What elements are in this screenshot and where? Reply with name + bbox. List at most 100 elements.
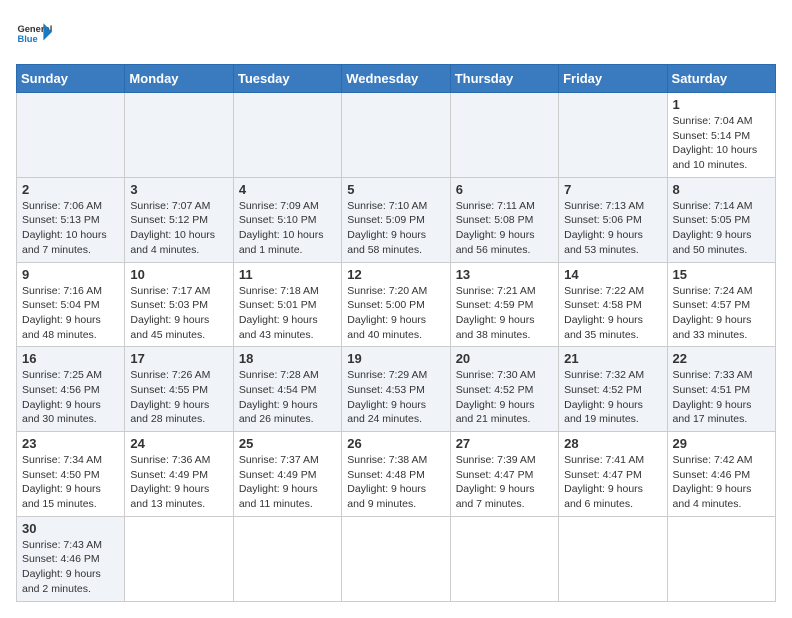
calendar-cell: 5 Sunrise: 7:10 AM Sunset: 5:09 PM Daylig… (342, 177, 450, 262)
day-number: 18 (239, 351, 336, 366)
day-number: 6 (456, 182, 553, 197)
day-info: Sunrise: 7:26 AM Sunset: 4:55 PM Dayligh… (130, 368, 227, 427)
calendar-cell: 16 Sunrise: 7:25 AM Sunset: 4:56 PM Dayli… (17, 347, 125, 432)
calendar-cell (559, 516, 667, 601)
calendar-cell (559, 93, 667, 178)
calendar-cell: 21 Sunrise: 7:32 AM Sunset: 4:52 PM Dayli… (559, 347, 667, 432)
calendar-week-row: 9Sunrise: 7:16 AM Sunset: 5:04 PM Daylig… (17, 262, 776, 347)
calendar-week-row: 2Sunrise: 7:06 AM Sunset: 5:13 PM Daylig… (17, 177, 776, 262)
day-number: 12 (347, 267, 444, 282)
day-info: Sunrise: 7:28 AM Sunset: 4:54 PM Dayligh… (239, 368, 336, 427)
day-number: 30 (22, 521, 119, 536)
day-number: 5 (347, 182, 444, 197)
day-info: Sunrise: 7:04 AM Sunset: 5:14 PM Dayligh… (673, 114, 770, 173)
day-number: 15 (673, 267, 770, 282)
day-number: 13 (456, 267, 553, 282)
day-number: 22 (673, 351, 770, 366)
calendar-cell: 15 Sunrise: 7:24 AM Sunset: 4:57 PM Dayli… (667, 262, 775, 347)
day-info: Sunrise: 7:11 AM Sunset: 5:08 PM Dayligh… (456, 199, 553, 258)
calendar-cell: 29 Sunrise: 7:42 AM Sunset: 4:46 PM Dayli… (667, 432, 775, 517)
day-info: Sunrise: 7:34 AM Sunset: 4:50 PM Dayligh… (22, 453, 119, 512)
day-number: 8 (673, 182, 770, 197)
calendar-cell: 13 Sunrise: 7:21 AM Sunset: 4:59 PM Dayli… (450, 262, 558, 347)
calendar-week-row: 1 Sunrise: 7:04 AM Sunset: 5:14 PM Daylig… (17, 93, 776, 178)
svg-text:Blue: Blue (17, 34, 37, 44)
day-info: Sunrise: 7:07 AM Sunset: 5:12 PM Dayligh… (130, 199, 227, 258)
day-info: Sunrise: 7:10 AM Sunset: 5:09 PM Dayligh… (347, 199, 444, 258)
day-number: 17 (130, 351, 227, 366)
calendar-cell: 20Sunrise: 7:30 AM Sunset: 4:52 PM Dayli… (450, 347, 558, 432)
calendar-cell: 17 Sunrise: 7:26 AM Sunset: 4:55 PM Dayli… (125, 347, 233, 432)
calendar-cell (17, 93, 125, 178)
calendar-cell: 2Sunrise: 7:06 AM Sunset: 5:13 PM Daylig… (17, 177, 125, 262)
day-number: 16 (22, 351, 119, 366)
day-info: Sunrise: 7:17 AM Sunset: 5:03 PM Dayligh… (130, 284, 227, 343)
calendar-cell (450, 93, 558, 178)
day-number: 1 (673, 97, 770, 112)
calendar-week-row: 16 Sunrise: 7:25 AM Sunset: 4:56 PM Dayli… (17, 347, 776, 432)
day-info: Sunrise: 7:39 AM Sunset: 4:47 PM Dayligh… (456, 453, 553, 512)
calendar-cell: 7 Sunrise: 7:13 AM Sunset: 5:06 PM Daylig… (559, 177, 667, 262)
calendar-cell: 1 Sunrise: 7:04 AM Sunset: 5:14 PM Daylig… (667, 93, 775, 178)
day-info: Sunrise: 7:43 AM Sunset: 4:46 PM Dayligh… (22, 538, 119, 597)
day-number: 27 (456, 436, 553, 451)
weekday-header-sunday: Sunday (17, 65, 125, 93)
day-info: Sunrise: 7:21 AM Sunset: 4:59 PM Dayligh… (456, 284, 553, 343)
day-info: Sunrise: 7:20 AM Sunset: 5:00 PM Dayligh… (347, 284, 444, 343)
day-number: 23 (22, 436, 119, 451)
day-info: Sunrise: 7:42 AM Sunset: 4:46 PM Dayligh… (673, 453, 770, 512)
day-number: 10 (130, 267, 227, 282)
weekday-header-row: SundayMondayTuesdayWednesdayThursdayFrid… (17, 65, 776, 93)
day-info: Sunrise: 7:29 AM Sunset: 4:53 PM Dayligh… (347, 368, 444, 427)
calendar-cell (125, 93, 233, 178)
day-info: Sunrise: 7:06 AM Sunset: 5:13 PM Dayligh… (22, 199, 119, 258)
day-info: Sunrise: 7:32 AM Sunset: 4:52 PM Dayligh… (564, 368, 661, 427)
day-info: Sunrise: 7:30 AM Sunset: 4:52 PM Dayligh… (456, 368, 553, 427)
day-info: Sunrise: 7:33 AM Sunset: 4:51 PM Dayligh… (673, 368, 770, 427)
day-info: Sunrise: 7:25 AM Sunset: 4:56 PM Dayligh… (22, 368, 119, 427)
calendar-cell: 14Sunrise: 7:22 AM Sunset: 4:58 PM Dayli… (559, 262, 667, 347)
calendar-cell: 25Sunrise: 7:37 AM Sunset: 4:49 PM Dayli… (233, 432, 341, 517)
day-number: 3 (130, 182, 227, 197)
day-info: Sunrise: 7:24 AM Sunset: 4:57 PM Dayligh… (673, 284, 770, 343)
calendar-cell (342, 93, 450, 178)
day-number: 26 (347, 436, 444, 451)
weekday-header-monday: Monday (125, 65, 233, 93)
calendar-cell: 9Sunrise: 7:16 AM Sunset: 5:04 PM Daylig… (17, 262, 125, 347)
calendar: SundayMondayTuesdayWednesdayThursdayFrid… (16, 64, 776, 602)
day-number: 29 (673, 436, 770, 451)
day-number: 14 (564, 267, 661, 282)
day-number: 28 (564, 436, 661, 451)
day-info: Sunrise: 7:13 AM Sunset: 5:06 PM Dayligh… (564, 199, 661, 258)
calendar-cell (233, 93, 341, 178)
day-info: Sunrise: 7:18 AM Sunset: 5:01 PM Dayligh… (239, 284, 336, 343)
generalblue-logo-icon: General Blue (16, 16, 52, 52)
calendar-cell (667, 516, 775, 601)
header: General Blue (16, 16, 776, 52)
calendar-week-row: 23 Sunrise: 7:34 AM Sunset: 4:50 PM Dayli… (17, 432, 776, 517)
day-number: 24 (130, 436, 227, 451)
calendar-cell: 23 Sunrise: 7:34 AM Sunset: 4:50 PM Dayli… (17, 432, 125, 517)
calendar-cell: 6 Sunrise: 7:11 AM Sunset: 5:08 PM Daylig… (450, 177, 558, 262)
calendar-cell: 28Sunrise: 7:41 AM Sunset: 4:47 PM Dayli… (559, 432, 667, 517)
calendar-cell: 3 Sunrise: 7:07 AM Sunset: 5:12 PM Daylig… (125, 177, 233, 262)
calendar-cell: 30 Sunrise: 7:43 AM Sunset: 4:46 PM Dayli… (17, 516, 125, 601)
logo: General Blue (16, 16, 52, 52)
day-info: Sunrise: 7:38 AM Sunset: 4:48 PM Dayligh… (347, 453, 444, 512)
calendar-cell (342, 516, 450, 601)
day-number: 21 (564, 351, 661, 366)
calendar-cell: 8Sunrise: 7:14 AM Sunset: 5:05 PM Daylig… (667, 177, 775, 262)
calendar-cell (233, 516, 341, 601)
weekday-header-friday: Friday (559, 65, 667, 93)
day-number: 19 (347, 351, 444, 366)
calendar-cell: 22 Sunrise: 7:33 AM Sunset: 4:51 PM Dayli… (667, 347, 775, 432)
calendar-cell: 12 Sunrise: 7:20 AM Sunset: 5:00 PM Dayli… (342, 262, 450, 347)
weekday-header-tuesday: Tuesday (233, 65, 341, 93)
day-info: Sunrise: 7:37 AM Sunset: 4:49 PM Dayligh… (239, 453, 336, 512)
day-number: 7 (564, 182, 661, 197)
calendar-cell: 27 Sunrise: 7:39 AM Sunset: 4:47 PM Dayli… (450, 432, 558, 517)
calendar-cell: 24Sunrise: 7:36 AM Sunset: 4:49 PM Dayli… (125, 432, 233, 517)
calendar-cell: 19 Sunrise: 7:29 AM Sunset: 4:53 PM Dayli… (342, 347, 450, 432)
calendar-cell: 4Sunrise: 7:09 AM Sunset: 5:10 PM Daylig… (233, 177, 341, 262)
calendar-cell: 11Sunrise: 7:18 AM Sunset: 5:01 PM Dayli… (233, 262, 341, 347)
